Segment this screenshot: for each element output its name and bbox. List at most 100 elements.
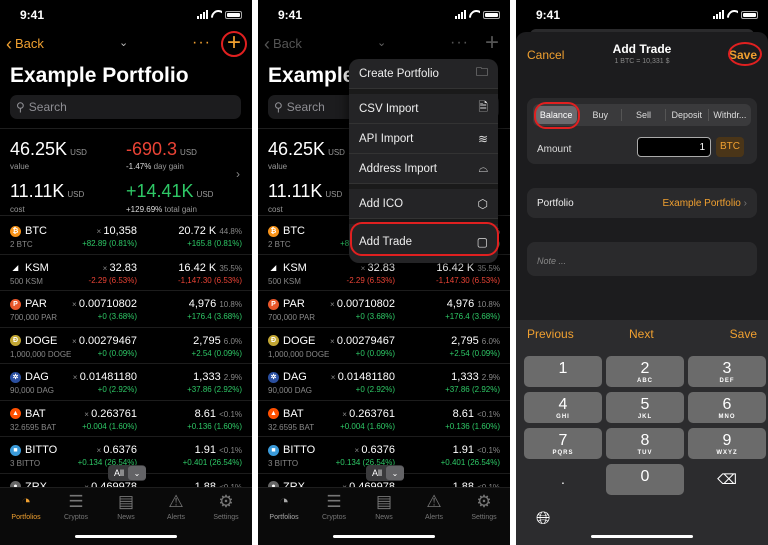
- next-button[interactable]: Next: [629, 327, 654, 341]
- coin-row[interactable]: ✲ DAG 90,000 DAG × 0.01481180 +0 (2.92%) 1,33…: [258, 364, 510, 401]
- previous-button[interactable]: Previous: [527, 327, 574, 341]
- coin-logo-icon: ▲: [268, 408, 279, 419]
- coin-symbol: ▲ BAT: [268, 408, 304, 420]
- coin-price: × 0.6376: [354, 444, 395, 456]
- key-1[interactable]: 1: [524, 356, 602, 387]
- coin-quantity: 2 BTC: [268, 240, 291, 249]
- tab-news[interactable]: ▤ News: [359, 492, 409, 522]
- coin-row[interactable]: P PAR 700,000 PAR × 0.00710802 +0 (3.68%) 4,9…: [0, 291, 252, 328]
- tab-news[interactable]: ▤ News: [101, 493, 151, 522]
- key-7[interactable]: 7 PQRS: [524, 428, 602, 459]
- key-3[interactable]: 3 DEF: [688, 356, 766, 387]
- coin-quantity: 32.6595 BAT: [268, 422, 315, 432]
- menu-item-create-portfolio[interactable]: Create Portfolio 🗀: [349, 59, 498, 89]
- amount-unit-button[interactable]: BTC: [716, 137, 744, 157]
- coin-symbol: P PAR: [268, 298, 305, 310]
- coin-price-change: +0.004 (1.60%): [340, 421, 395, 431]
- wifi-icon: [727, 10, 738, 19]
- coin-price: × 0.00279467: [71, 334, 137, 347]
- chevron-down-icon[interactable]: ⌄: [386, 466, 405, 480]
- coin-value: 1.91 <0.1%: [194, 444, 242, 456]
- back-button[interactable]: ‹ Back: [6, 33, 44, 54]
- tab-cryptos[interactable]: ☰ Cryptos: [309, 493, 359, 522]
- coin-quantity: 90,000 DAG: [268, 386, 313, 395]
- status-time: 9:41: [278, 8, 303, 22]
- portfolio-summary[interactable]: 46.25K USD value -690.3 USD -1.47% day gai…: [0, 128, 252, 216]
- coin-price-change: +0 (0.09%): [97, 348, 137, 358]
- newspaper-icon: ▤: [375, 492, 393, 511]
- key-2[interactable]: 2 ABC: [606, 356, 684, 387]
- segment-deposit[interactable]: Deposit: [666, 109, 709, 121]
- coin-value: 16.42 K 35.5%: [178, 261, 242, 274]
- tab-settings[interactable]: ⚙ Settings: [459, 493, 509, 522]
- filter-pill[interactable]: All ⌄: [366, 465, 405, 481]
- decimal-key[interactable]: .: [524, 464, 602, 495]
- page-title: Example Portfolio: [10, 64, 189, 87]
- segment-buy[interactable]: Buy: [579, 109, 623, 121]
- battery-icon: [225, 10, 242, 19]
- key-0[interactable]: 0: [606, 464, 684, 495]
- menu-item-csv-import[interactable]: CSV Import 🗎: [349, 94, 498, 124]
- search-input[interactable]: ⚲ Search: [10, 95, 241, 119]
- tab-portfolios[interactable]: ◔ Portfolios: [1, 492, 51, 522]
- coin-row[interactable]: P PAR 700,000 PAR × 0.00710802 +0 (3.68%) 4,9…: [258, 291, 510, 328]
- menu-item-address-import[interactable]: Address Import ⌓: [349, 154, 498, 184]
- filter-pill[interactable]: All ⌄: [108, 465, 147, 481]
- back-button[interactable]: ‹ Back: [264, 35, 302, 53]
- search-icon: ⚲: [16, 100, 25, 114]
- tab-settings[interactable]: ⚙ Settings: [201, 493, 251, 522]
- coin-row[interactable]: Ð DOGE 1,000,000 DOGE × 0.00279467 +0 (0.09%…: [258, 328, 510, 364]
- trade-type-card: Balance Buy Sell Deposit Withdr... Amoun…: [527, 98, 757, 164]
- key-8[interactable]: 8 TUV: [606, 428, 684, 459]
- coin-symbol: Ð DOGE: [10, 335, 57, 347]
- segment-withdraw[interactable]: Withdr...: [709, 109, 751, 121]
- more-icon[interactable]: ···: [192, 34, 211, 52]
- coin-row[interactable]: ◢ KSM 500 KSM × 32.83 -2.29 (6.53%) 16.42 K 3…: [0, 255, 252, 291]
- portfolio-selector[interactable]: Portfolio Example Portfolio ›: [527, 188, 757, 218]
- key-9[interactable]: 9 WXYZ: [688, 428, 766, 459]
- key-6[interactable]: 6 MNO: [688, 392, 766, 423]
- nav-bar: ‹ Back ⌄ ··· +: [0, 31, 252, 57]
- total-gain-label: +129.69% total gain: [126, 205, 197, 214]
- coin-value-change: -1,147.30 (6.53%): [177, 275, 242, 285]
- menu-item-add-ico[interactable]: Add ICO ⬡: [349, 189, 498, 219]
- nav-bar: ‹ Back ⌄ ··· +: [258, 31, 510, 56]
- key-5[interactable]: 5 JKL: [606, 392, 684, 423]
- pie-chart-icon: ◔: [20, 492, 32, 511]
- note-input[interactable]: Note ...: [527, 242, 757, 276]
- coin-quantity: 3 BITTO: [10, 459, 41, 468]
- globe-icon[interactable]: 🌐︎: [536, 508, 550, 529]
- coin-price-change: +0.004 (1.60%): [82, 421, 137, 431]
- coin-row[interactable]: ₿BTC 2 BTC × 10,358 +82.89 (0.81%) 20.72 K 4…: [0, 218, 252, 255]
- home-indicator: [75, 535, 177, 538]
- chevron-down-icon[interactable]: ⌄: [119, 36, 128, 49]
- coin-quantity: 500 KSM: [10, 276, 43, 286]
- segment-sell[interactable]: Sell: [622, 109, 666, 121]
- coin-value: 8.61 <0.1%: [194, 407, 242, 420]
- key-4[interactable]: 4 GHI: [524, 392, 602, 423]
- cost-amount: 11.11K USD: [10, 181, 85, 201]
- coin-row[interactable]: Ð DOGE 1,000,000 DOGE × 0.00279467 +0 (0.09%…: [0, 328, 252, 364]
- coin-logo-icon: ▲: [10, 408, 21, 419]
- coin-row[interactable]: ▲ BAT 32.6595 BAT × 0.263761 +0.004 (1.60%) 8…: [258, 401, 510, 437]
- keyboard-accessory-bar: Previous Next Save: [516, 320, 768, 348]
- chevron-down-icon[interactable]: ⌄: [128, 466, 147, 480]
- chevron-left-icon: ‹: [6, 33, 12, 54]
- tab-cryptos[interactable]: ☰ Cryptos: [51, 493, 101, 522]
- add-button[interactable]: +: [480, 31, 504, 55]
- tab-alerts[interactable]: ⚠ Alerts: [151, 493, 201, 522]
- chevron-down-icon[interactable]: ⌄: [377, 36, 386, 49]
- value-label: value: [10, 162, 30, 171]
- coin-value-change: +0.136 (1.60%): [445, 421, 500, 431]
- more-icon[interactable]: ···: [450, 34, 469, 52]
- highlight-circle: [221, 31, 247, 57]
- amount-input[interactable]: 1: [637, 137, 711, 157]
- coin-row[interactable]: ✲ DAG 90,000 DAG × 0.01481180 +0 (2.92%) 1,33…: [0, 364, 252, 401]
- tab-portfolios[interactable]: ◔ Portfolios: [259, 493, 309, 522]
- tab-alerts[interactable]: ⚠ Alerts: [409, 493, 459, 522]
- accessory-save-button[interactable]: Save: [730, 327, 757, 341]
- coin-row[interactable]: ▲ BAT 32.6595 BAT × 0.263761 +0.004 (1.60%) 8…: [0, 401, 252, 437]
- backspace-key[interactable]: ⌫: [688, 464, 766, 495]
- menu-item-api-import[interactable]: API Import ≋: [349, 124, 498, 154]
- highlight-oval: [534, 102, 580, 129]
